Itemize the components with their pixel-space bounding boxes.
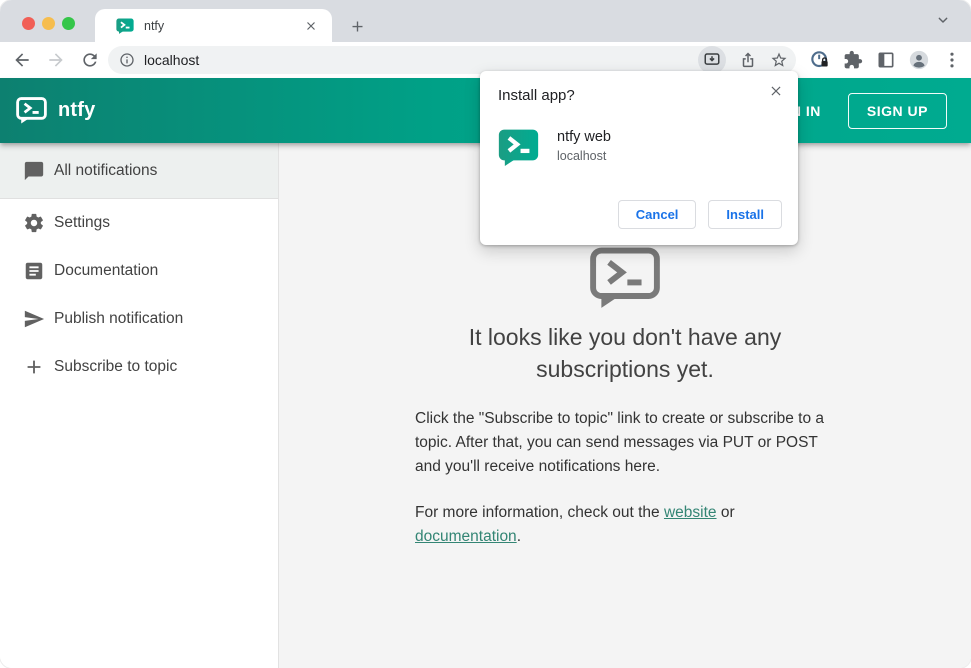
send-icon — [24, 310, 45, 328]
side-panel-icon[interactable] — [876, 50, 896, 70]
empty-paragraph-2: For more information, check out the webs… — [415, 504, 735, 545]
plus-icon — [27, 360, 41, 374]
tab-search-chevron-icon[interactable] — [935, 12, 953, 30]
sidebar-item-label: Settings — [54, 214, 111, 231]
back-icon[interactable] — [12, 50, 32, 70]
website-link[interactable]: website — [664, 504, 717, 521]
sidebar-item-documentation[interactable]: Documentation — [0, 247, 278, 295]
empty-paragraph-1: Click the "Subscribe to topic" link to c… — [415, 410, 825, 475]
minimize-window-button[interactable] — [42, 17, 55, 30]
ntfy-logo-icon — [16, 97, 47, 124]
ntfy-app-icon — [498, 129, 539, 166]
chat-bubble-icon — [24, 161, 44, 180]
address-bar[interactable]: localhost — [108, 46, 796, 74]
tab-strip: ntfy — [0, 0, 971, 42]
sidebar: All notifications Settings Documentation… — [0, 143, 279, 668]
zoom-window-button[interactable] — [62, 17, 75, 30]
extensions-puzzle-icon[interactable] — [843, 50, 863, 70]
documentation-link[interactable]: documentation — [415, 528, 517, 545]
empty-state: It looks like you don't have any subscri… — [415, 247, 835, 549]
sidebar-item-publish-notification[interactable]: Publish notification — [0, 295, 278, 343]
popup-title: Install app? — [498, 87, 575, 104]
tab-title: ntfy — [144, 18, 165, 33]
menu-dots-icon[interactable] — [942, 50, 962, 70]
window-controls — [22, 17, 75, 30]
forward-icon — [49, 53, 63, 67]
install-app-icon[interactable] — [698, 46, 726, 74]
sidebar-item-label: Documentation — [54, 262, 159, 279]
url-text[interactable]: localhost — [144, 52, 698, 68]
empty-heading: It looks like you don't have any subscri… — [468, 324, 782, 382]
sign-up-button[interactable]: SIGN UP — [847, 92, 947, 129]
ntfy-favicon-icon — [116, 18, 134, 34]
tab-close-icon[interactable] — [302, 17, 320, 35]
popup-app-name: ntfy web — [557, 129, 611, 145]
cancel-button[interactable]: Cancel — [617, 200, 697, 229]
new-tab-plus-icon[interactable] — [344, 13, 370, 39]
close-window-button[interactable] — [22, 17, 35, 30]
ntfy-logo-gray-icon — [590, 247, 660, 308]
sidebar-item-subscribe-to-topic[interactable]: Subscribe to topic — [0, 343, 278, 391]
popup-app-origin: localhost — [557, 149, 607, 163]
reload-icon[interactable] — [80, 50, 100, 70]
bookmark-star-icon[interactable] — [770, 51, 788, 69]
brand-name: ntfy — [58, 99, 96, 121]
install-app-popup: Install app? ntfy web localhost Cancel I… — [480, 71, 798, 245]
share-icon[interactable] — [739, 51, 757, 69]
popup-close-icon[interactable] — [766, 81, 786, 101]
sidebar-item-all-notifications[interactable]: All notifications — [0, 143, 278, 199]
browser-tab[interactable]: ntfy — [95, 9, 332, 42]
sidebar-item-label: Publish notification — [54, 310, 184, 327]
install-button[interactable]: Install — [708, 200, 782, 229]
gear-icon — [25, 213, 43, 233]
privacy-extension-icon[interactable] — [810, 50, 830, 70]
sidebar-item-settings[interactable]: Settings — [0, 199, 278, 247]
article-icon — [25, 262, 43, 280]
sidebar-item-label: All notifications — [54, 161, 158, 179]
profile-avatar-icon[interactable] — [909, 50, 929, 70]
site-info-icon[interactable] — [119, 52, 135, 68]
sidebar-item-label: Subscribe to topic — [54, 358, 178, 375]
browser-window: ntfy localhost ntfy IN SIGN UP All notif… — [0, 0, 971, 668]
